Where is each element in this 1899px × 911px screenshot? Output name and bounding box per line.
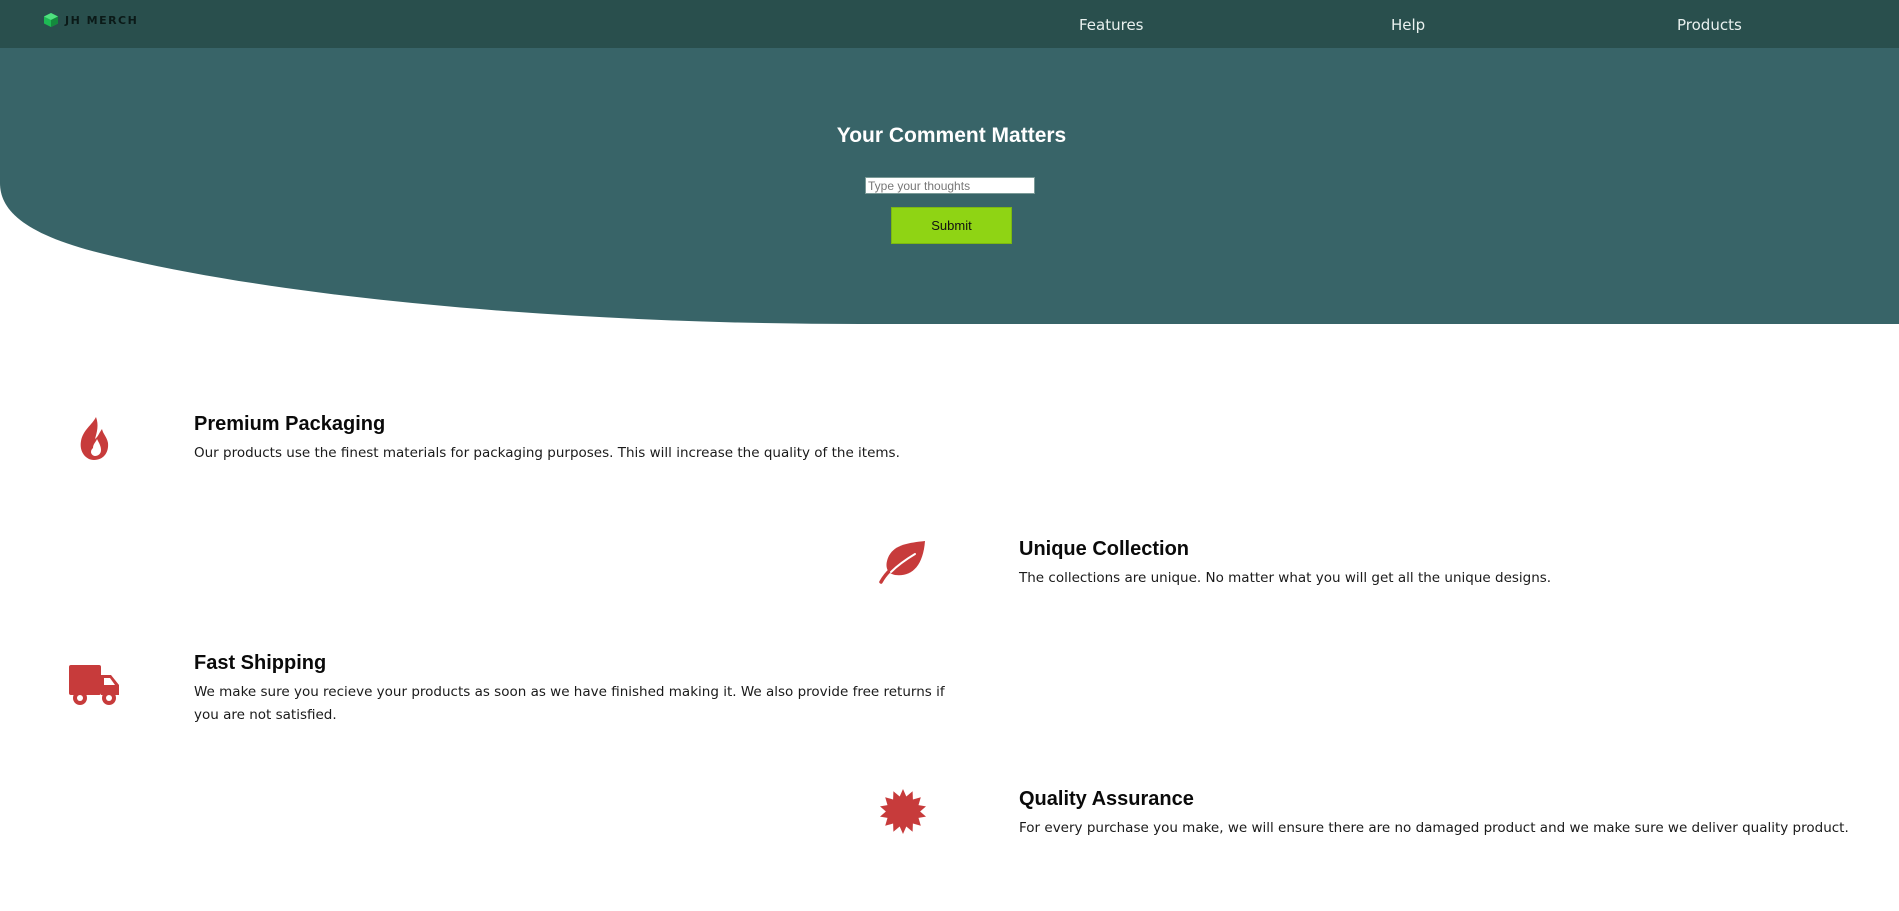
feature-title-quality-assurance: Quality Assurance [1019, 788, 1194, 810]
brand-logo[interactable]: JH MERCH [43, 12, 138, 28]
feature-title-unique-collection: Unique Collection [1019, 538, 1189, 560]
navbar: JH MERCH Features Help Products [0, 0, 1899, 48]
comment-input[interactable] [865, 177, 1035, 194]
nav-link-features[interactable]: Features [1079, 16, 1144, 34]
certificate-icon [873, 781, 933, 841]
leaf-icon [873, 532, 933, 592]
feature-description-unique-collection: The collections are unique. No matter wh… [1019, 570, 1552, 586]
feature-description-quality-assurance: For every purchase you make, we will ens… [1019, 820, 1849, 836]
nav-link-help[interactable]: Help [1391, 16, 1425, 34]
truck-icon [64, 655, 124, 715]
green-cube-icon [43, 12, 59, 28]
nav-link-products[interactable]: Products [1677, 16, 1742, 34]
submit-button[interactable]: Submit [891, 207, 1012, 244]
hero-title: Your Comment Matters [836, 124, 1067, 147]
fire-icon [64, 408, 124, 468]
feature-description-premium-packaging: Our products use the finest materials fo… [194, 445, 900, 461]
feature-title-fast-shipping: Fast Shipping [194, 652, 327, 674]
feature-description-fast-shipping: We make sure you recieve your products a… [194, 684, 945, 723]
brand-name: JH MERCH [65, 13, 139, 27]
feature-title-premium-packaging: Premium Packaging [194, 413, 386, 435]
